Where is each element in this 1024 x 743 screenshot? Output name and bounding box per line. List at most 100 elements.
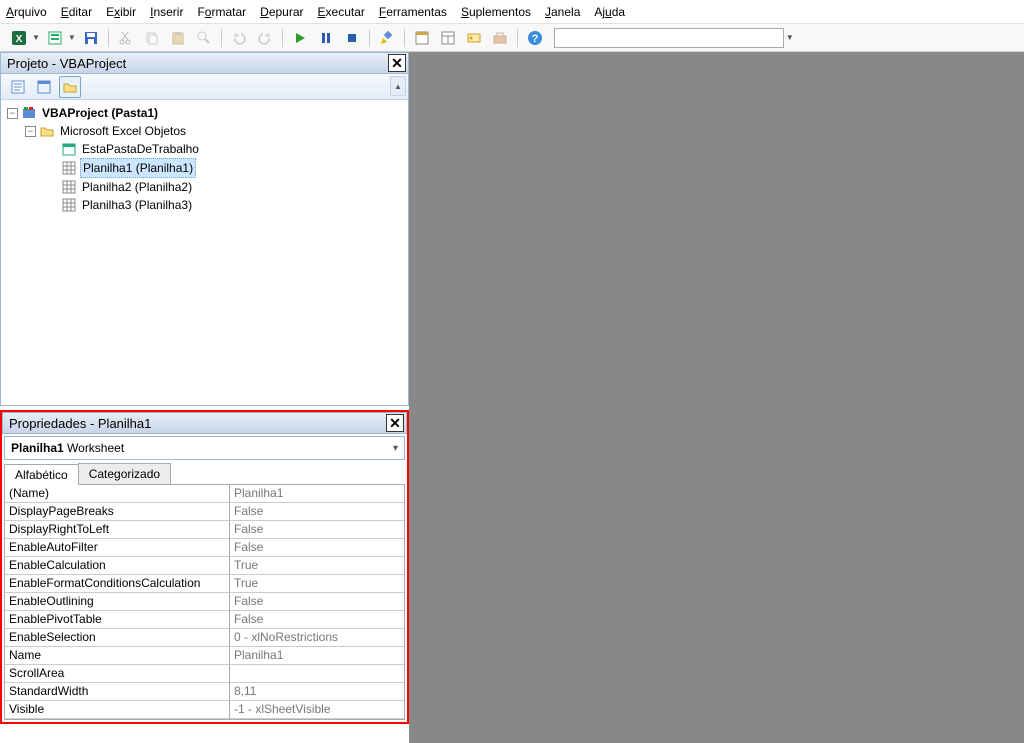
find-icon[interactable] [193,27,215,49]
property-row[interactable]: EnableOutliningFalse [5,593,404,611]
insert-module-icon[interactable] [44,27,66,49]
property-row[interactable]: EnableSelection0 - xlNoRestrictions [5,629,404,647]
property-row[interactable]: (Name)Planilha1 [5,485,404,503]
worksheet-icon [61,141,77,157]
object-name: Planilha1 [11,441,64,455]
view-object-icon[interactable] [33,76,55,98]
property-row[interactable]: DisplayPageBreaksFalse [5,503,404,521]
collapser-icon[interactable]: − [25,126,36,137]
menu-item[interactable]: Janela [545,5,580,19]
property-value[interactable]: False [230,503,404,521]
properties-window: Planilha1 Worksheet ▾ Alfabético Categor… [2,434,407,722]
property-value[interactable] [230,665,404,683]
property-row[interactable]: EnableFormatConditionsCalculationTrue [5,575,404,593]
property-value[interactable]: 8,11 [230,683,404,701]
run-icon[interactable] [289,27,311,49]
tree-item[interactable]: Planilha3 (Planilha3) [7,196,402,214]
help-icon[interactable]: ? [524,27,546,49]
dropdown-icon[interactable]: ▼ [786,33,794,42]
tab-categorized[interactable]: Categorizado [78,463,171,484]
property-value[interactable]: Planilha1 [230,485,404,503]
menu-item[interactable]: Executar [318,5,365,19]
menu-item[interactable]: Exibir [106,5,136,19]
properties-tabs: Alfabético Categorizado [2,462,407,484]
property-name: EnableOutlining [5,593,230,611]
tree-item[interactable]: EstaPastaDeTrabalho [7,140,402,158]
close-icon[interactable]: ✕ [386,414,404,432]
menu-item[interactable]: Editar [61,5,92,19]
property-name: DisplayRightToLeft [5,521,230,539]
property-name: (Name) [5,485,230,503]
dropdown-icon[interactable]: ▼ [32,33,40,42]
tree-folder-label: Microsoft Excel Objetos [58,122,188,140]
toggle-folders-icon[interactable] [59,76,81,98]
tree-item[interactable]: Planilha2 (Planilha2) [7,178,402,196]
property-name: ScrollArea [5,665,230,683]
scroll-up-icon[interactable]: ▲ [390,76,406,96]
property-value[interactable]: False [230,593,404,611]
menu-item[interactable]: Ferramentas [379,5,447,19]
tree-folder[interactable]: − Microsoft Excel Objetos [7,122,402,140]
save-icon[interactable] [80,27,102,49]
property-row[interactable]: StandardWidth8,11 [5,683,404,701]
toolbox-icon[interactable] [489,27,511,49]
close-icon[interactable]: ✕ [388,54,406,72]
tree-item[interactable]: Planilha1 (Planilha1) [7,158,402,178]
pause-icon[interactable] [315,27,337,49]
properties-grid[interactable]: (Name)Planilha1DisplayPageBreaksFalseDis… [4,484,405,720]
stop-icon[interactable] [341,27,363,49]
view-code-icon[interactable] [7,76,29,98]
tab-alphabetic[interactable]: Alfabético [4,464,79,485]
undo-icon[interactable] [228,27,250,49]
property-row[interactable]: EnableAutoFilterFalse [5,539,404,557]
property-name: EnableFormatConditionsCalculation [5,575,230,593]
property-value[interactable]: -1 - xlSheetVisible [230,701,404,719]
menu-item[interactable]: Inserir [150,5,183,19]
chevron-down-icon[interactable]: ▾ [393,443,398,454]
design-mode-icon[interactable] [376,27,398,49]
properties-window-icon[interactable] [437,27,459,49]
excel-icon[interactable]: X [8,27,30,49]
property-value[interactable]: Planilha1 [230,647,404,665]
property-value[interactable]: False [230,539,404,557]
property-name: EnableAutoFilter [5,539,230,557]
tree-item-label: Planilha2 (Planilha2) [80,178,194,196]
property-row[interactable]: EnableCalculationTrue [5,557,404,575]
redo-icon[interactable] [254,27,276,49]
property-name: Visible [5,701,230,719]
svg-text:X: X [16,34,23,45]
tree-root[interactable]: − VBAProject (Pasta1) [7,104,402,122]
menu-item[interactable]: Formatar [197,5,246,19]
tree-item-label: Planilha1 (Planilha1) [80,158,196,178]
cut-icon[interactable] [115,27,137,49]
property-value[interactable]: True [230,575,404,593]
property-row[interactable]: DisplayRightToLeftFalse [5,521,404,539]
project-explorer-icon[interactable] [411,27,433,49]
property-name: StandardWidth [5,683,230,701]
property-row[interactable]: ScrollArea [5,665,404,683]
properties-panel-title: Propriedades - Planilha1 [9,416,151,431]
property-value[interactable]: True [230,557,404,575]
property-value[interactable]: 0 - xlNoRestrictions [230,629,404,647]
property-value[interactable]: False [230,611,404,629]
menu-item[interactable]: Arquivo [6,5,47,19]
dropdown-icon[interactable]: ▼ [68,33,76,42]
procedure-combo[interactable] [554,28,784,48]
menu-item[interactable]: Suplementos [461,5,531,19]
menu-item[interactable]: Ajuda [594,5,625,19]
property-value[interactable]: False [230,521,404,539]
property-row[interactable]: NamePlanilha1 [5,647,404,665]
property-row[interactable]: EnablePivotTableFalse [5,611,404,629]
collapser-icon[interactable]: − [7,108,18,119]
property-row[interactable]: Visible-1 - xlSheetVisible [5,701,404,719]
object-selector[interactable]: Planilha1 Worksheet ▾ [4,436,405,460]
worksheet-icon [61,179,77,195]
paste-icon[interactable] [167,27,189,49]
property-name: EnableCalculation [5,557,230,575]
project-explorer: ▲ − VBAProject (Pasta1) − Microsoft Exce… [0,74,409,406]
menu-item[interactable]: Depurar [260,5,303,19]
object-browser-icon[interactable] [463,27,485,49]
copy-icon[interactable] [141,27,163,49]
project-tree[interactable]: − VBAProject (Pasta1) − Microsoft Excel … [1,100,408,405]
worksheet-icon [61,197,77,213]
